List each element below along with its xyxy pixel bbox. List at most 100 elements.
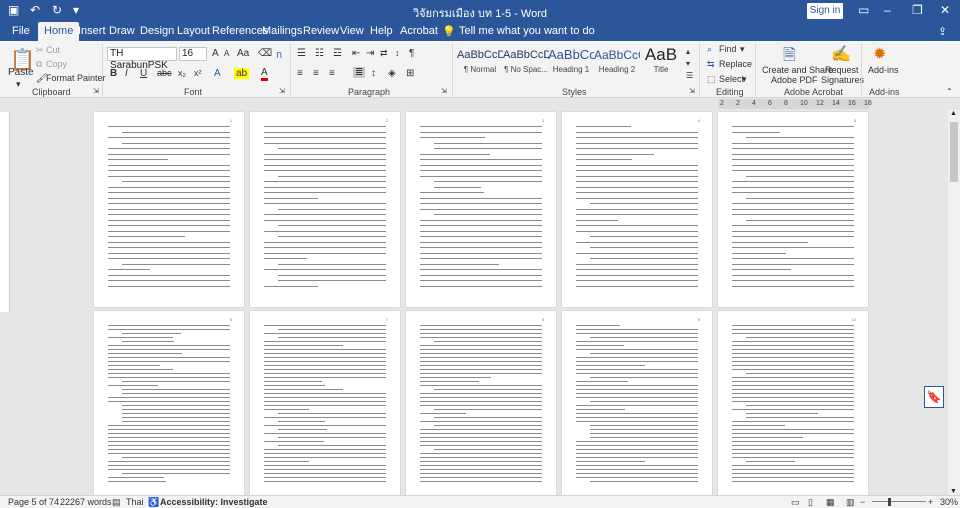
- cut-button[interactable]: Cut: [46, 45, 60, 55]
- strikethrough-button[interactable]: abc: [157, 68, 172, 78]
- web-layout-icon[interactable]: ▥: [846, 497, 855, 508]
- increase-indent-icon[interactable]: ⇥: [366, 48, 374, 59]
- document-page[interactable]: 2: [250, 112, 400, 307]
- paste-button[interactable]: Paste: [8, 67, 34, 78]
- vertical-ruler[interactable]: [0, 112, 10, 312]
- format-painter-button[interactable]: Format Painter: [46, 73, 106, 83]
- line-spacing-icon[interactable]: ↕: [371, 68, 376, 79]
- replace-button[interactable]: Replace: [719, 59, 752, 69]
- zoom-out-icon[interactable]: −: [860, 497, 865, 507]
- font-name-box[interactable]: TH SarabunPSK: [107, 47, 177, 71]
- copy-button[interactable]: Copy: [46, 59, 67, 69]
- text-effects-icon[interactable]: A: [214, 68, 221, 79]
- scroll-up-icon[interactable]: ▲: [950, 110, 957, 117]
- italic-button[interactable]: I: [125, 68, 128, 79]
- style-no-spacing[interactable]: AaBbCcDd ¶ No Spac...: [503, 45, 549, 81]
- language[interactable]: Thai: [126, 497, 144, 507]
- borders-icon[interactable]: ⊞: [406, 68, 414, 79]
- document-page[interactable]: 5: [718, 112, 868, 307]
- paste-dropdown-icon[interactable]: ▾: [16, 79, 21, 90]
- tab-file[interactable]: File: [12, 25, 30, 37]
- document-canvas[interactable]: 1 2 3 4 5 6 7 8 9 10: [0, 98, 948, 495]
- accessibility-status[interactable]: Accessibility: Investigate: [160, 497, 268, 507]
- clipboard-launcher-icon[interactable]: ⇲: [93, 87, 99, 95]
- styles-scroll-up-icon[interactable]: ▴: [686, 47, 690, 56]
- add-ins-icon[interactable]: ✹: [873, 44, 886, 64]
- zoom-level[interactable]: 30%: [940, 497, 958, 507]
- add-ins-button[interactable]: Add-ins: [868, 65, 899, 75]
- document-page[interactable]: 10: [718, 311, 868, 495]
- document-page[interactable]: 1: [94, 112, 244, 307]
- select-button[interactable]: Select: [719, 74, 744, 84]
- tab-draw[interactable]: Draw: [109, 25, 135, 37]
- zoom-slider[interactable]: [872, 501, 926, 502]
- grow-font-button[interactable]: A: [212, 48, 219, 59]
- text-direction-icon[interactable]: ⇄: [380, 48, 388, 59]
- justify-icon[interactable]: ≣: [353, 67, 366, 78]
- font-launcher-icon[interactable]: ⇲: [279, 87, 285, 95]
- read-mode-icon[interactable]: ▯: [808, 497, 813, 508]
- print-layout-icon[interactable]: ▦: [826, 497, 835, 508]
- superscript-button[interactable]: x²: [194, 68, 202, 78]
- tab-view[interactable]: View: [340, 25, 364, 37]
- styles-launcher-icon[interactable]: ⇲: [689, 87, 695, 95]
- numbering-icon[interactable]: ☷: [315, 48, 324, 59]
- tell-me-search[interactable]: Tell me what you want to do: [459, 25, 595, 37]
- collapse-ribbon-icon[interactable]: ⌃: [946, 87, 953, 96]
- clear-formatting-icon[interactable]: ⌫: [258, 48, 272, 59]
- document-page[interactable]: 7: [250, 311, 400, 495]
- style-title[interactable]: AaB Title: [638, 45, 684, 81]
- tab-acrobat[interactable]: Acrobat: [400, 25, 438, 37]
- font-color-button[interactable]: A: [261, 68, 268, 81]
- subscript-button[interactable]: x₂: [178, 68, 186, 78]
- styles-more-icon[interactable]: ☰: [686, 71, 693, 80]
- show-formatting-icon[interactable]: ¶: [409, 48, 414, 59]
- focus-mode-icon[interactable]: ▭: [791, 497, 800, 508]
- zoom-slider-thumb[interactable]: [888, 498, 891, 506]
- document-page[interactable]: 8: [406, 311, 556, 495]
- underline-button[interactable]: U: [140, 68, 147, 79]
- align-center-icon[interactable]: ≡: [313, 68, 319, 79]
- style-heading-2[interactable]: AaBbCcC Heading 2: [594, 45, 640, 81]
- document-page[interactable]: 9: [562, 311, 712, 495]
- tab-design[interactable]: Design: [140, 25, 174, 37]
- document-page[interactable]: 3: [406, 112, 556, 307]
- align-left-icon[interactable]: ≡: [297, 68, 303, 79]
- sign-in-button[interactable]: Sign in: [807, 3, 843, 19]
- style-normal[interactable]: AaBbCcDd ¶ Normal: [457, 45, 503, 81]
- scroll-down-icon[interactable]: ▼: [950, 488, 957, 495]
- shading-icon[interactable]: ◈: [388, 68, 396, 79]
- close-icon[interactable]: ✕: [940, 3, 950, 17]
- find-button[interactable]: Find: [719, 44, 737, 54]
- tab-references[interactable]: References: [212, 25, 268, 37]
- tab-home[interactable]: Home: [38, 22, 80, 41]
- create-share-button[interactable]: Create and Share: [762, 65, 833, 75]
- ribbon-display-icon[interactable]: ▭: [858, 3, 869, 17]
- multilevel-list-icon[interactable]: ☲: [333, 48, 342, 59]
- zoom-in-icon[interactable]: +: [928, 497, 933, 507]
- minimize-icon[interactable]: –: [884, 3, 891, 17]
- tab-insert[interactable]: Insert: [78, 25, 106, 37]
- document-page[interactable]: 6: [94, 311, 244, 495]
- horizontal-ruler[interactable]: 2 2 4 6 8 10 12 14 16 18: [718, 99, 872, 109]
- sort-icon[interactable]: ↕: [395, 48, 400, 58]
- bold-button[interactable]: B: [110, 68, 117, 79]
- tab-help[interactable]: Help: [370, 25, 393, 37]
- vertical-scrollbar[interactable]: ▲ ▼: [948, 110, 960, 495]
- decrease-indent-icon[interactable]: ⇤: [352, 48, 360, 59]
- find-dropdown-icon[interactable]: ▾: [740, 44, 745, 55]
- scroll-thumb[interactable]: [950, 122, 958, 182]
- change-case-button[interactable]: Aa: [237, 48, 249, 59]
- bookmark-icon[interactable]: 🔖: [924, 386, 944, 408]
- paragraph-launcher-icon[interactable]: ⇲: [441, 87, 447, 95]
- restore-icon[interactable]: ❐: [912, 3, 923, 17]
- request-signatures-button[interactable]: Request: [825, 65, 859, 75]
- thai-distributed-icon[interactable]: ก: [276, 48, 282, 63]
- share-icon[interactable]: ⇪: [938, 25, 947, 38]
- font-size-box[interactable]: 16: [179, 47, 207, 61]
- page-count[interactable]: Page 5 of 74: [8, 497, 59, 507]
- word-count[interactable]: 22267 words: [60, 497, 112, 507]
- select-dropdown-icon[interactable]: ▾: [742, 74, 747, 85]
- request-signatures-icon[interactable]: ✍: [831, 44, 851, 64]
- proofing-icon[interactable]: ▤: [112, 497, 121, 508]
